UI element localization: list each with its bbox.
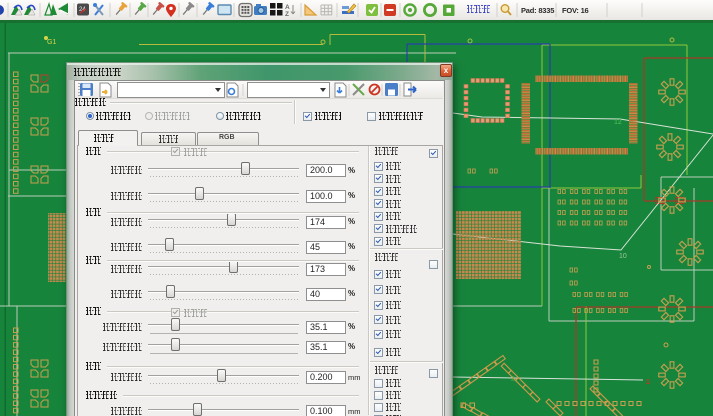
svg-text:1: 1 bbox=[646, 379, 650, 386]
svg-text:12: 12 bbox=[614, 119, 622, 126]
svg-text:G1: G1 bbox=[47, 39, 56, 46]
svg-text:10: 10 bbox=[619, 253, 627, 260]
svg-text:Z: Z bbox=[285, 11, 289, 18]
svg-text:A: A bbox=[285, 4, 290, 11]
